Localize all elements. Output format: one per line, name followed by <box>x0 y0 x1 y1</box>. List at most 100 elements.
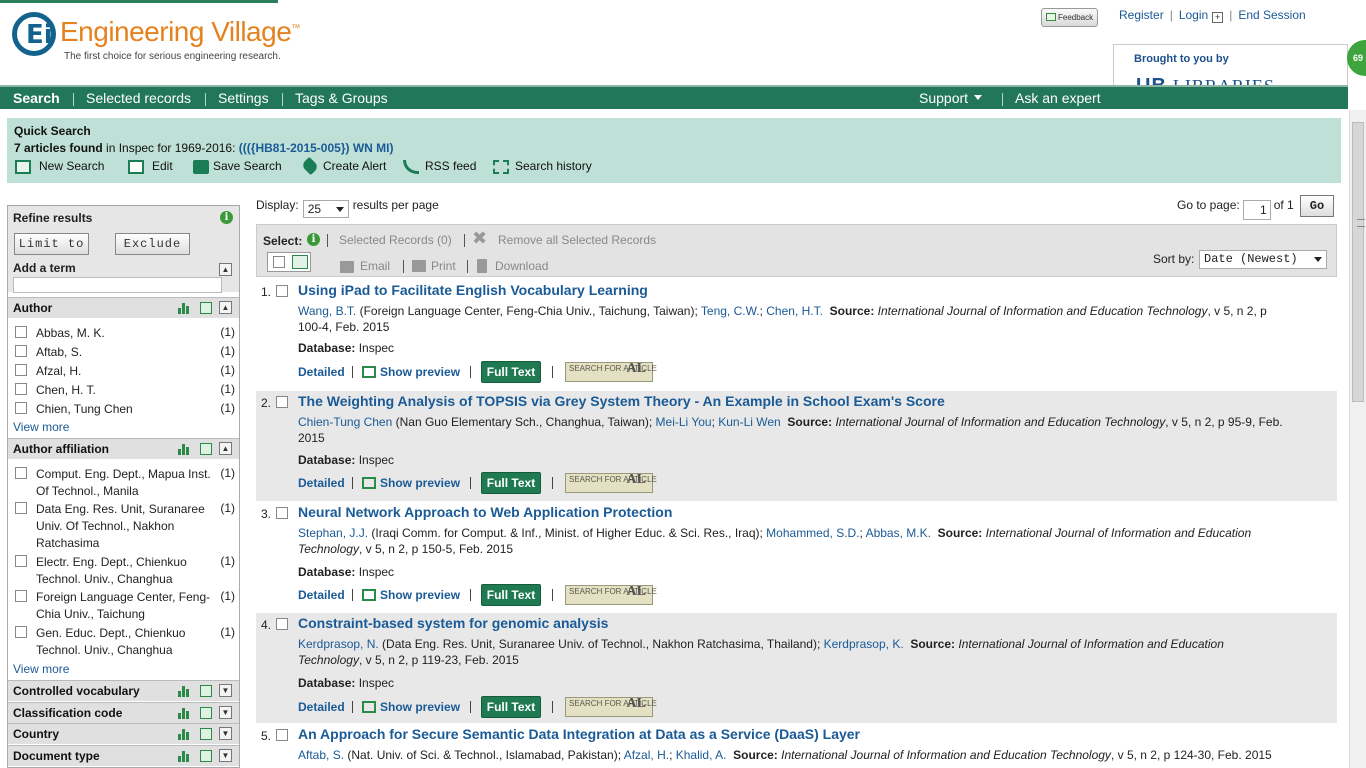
result-title-link[interactable]: Constraint-based system for genomic anal… <box>298 615 608 631</box>
info-icon[interactable]: i <box>307 233 320 246</box>
author-link[interactable]: Teng, C.W. <box>701 304 760 318</box>
result-title-link[interactable]: Using iPad to Facilitate English Vocabul… <box>298 282 648 298</box>
email-link[interactable]: Email <box>360 259 390 273</box>
chart-icon[interactable] <box>178 728 191 740</box>
full-text-button[interactable]: Full Text <box>481 361 541 383</box>
vertical-scrollbar[interactable] <box>1349 110 1366 768</box>
affiliation-facet-header[interactable]: Author affiliation ▲ <box>8 438 239 459</box>
login-link[interactable]: Login <box>1179 8 1208 22</box>
result-title-link[interactable]: Neural Network Approach to Web Applicati… <box>298 504 672 520</box>
detailed-link[interactable]: Detailed <box>298 588 345 602</box>
page-input[interactable]: 1 <box>1242 200 1271 220</box>
export-icon[interactable] <box>200 685 212 697</box>
edit-button[interactable]: Edit <box>128 159 173 174</box>
checkbox[interactable] <box>15 345 27 357</box>
chart-icon[interactable] <box>178 685 191 697</box>
full-text-button[interactable]: Full Text <box>481 696 541 718</box>
nav-search[interactable]: Search <box>13 90 60 106</box>
author-link[interactable]: Aftab, S. <box>298 748 344 762</box>
search-for-article-button[interactable]: SEARCH FOR ARTICLE AL <box>565 362 657 382</box>
nav-settings[interactable]: Settings <box>218 90 269 106</box>
checkbox[interactable] <box>15 402 27 414</box>
select-all-checkbox[interactable] <box>273 256 285 268</box>
author-view-more-link[interactable]: View more <box>13 420 69 434</box>
result-checkbox[interactable] <box>276 507 288 519</box>
author-link[interactable]: Chen, H.T. <box>766 304 823 318</box>
export-icon[interactable] <box>200 750 212 762</box>
export-icon[interactable] <box>200 302 212 314</box>
full-text-button[interactable]: Full Text <box>481 472 541 494</box>
result-checkbox[interactable] <box>276 618 288 630</box>
detailed-link[interactable]: Detailed <box>298 476 345 490</box>
export-icon[interactable] <box>200 707 212 719</box>
download-link[interactable]: Download <box>495 259 548 273</box>
controlled-vocabulary-facet-header[interactable]: Controlled vocabulary ▼ <box>8 680 239 701</box>
expand-down-icon[interactable]: ▼ <box>219 706 232 719</box>
full-text-button[interactable]: Full Text <box>481 584 541 606</box>
chart-icon[interactable] <box>178 707 191 719</box>
search-for-article-button[interactable]: SEARCH FOR ARTICLE AL <box>565 473 657 493</box>
search-query-link[interactable]: ((({HB81-2015-005}) WN MI) <box>239 141 394 155</box>
scrollbar-thumb[interactable] <box>1352 122 1365 402</box>
nav-tags-groups[interactable]: Tags & Groups <box>295 90 388 106</box>
search-for-article-button[interactable]: SEARCH FOR ARTICLE AL <box>565 697 657 717</box>
expand-down-icon[interactable]: ▼ <box>219 684 232 697</box>
info-icon[interactable]: i <box>220 211 233 224</box>
export-icon[interactable] <box>200 443 212 455</box>
remove-all-selected-link[interactable]: Remove all Selected Records <box>498 233 656 247</box>
detailed-link[interactable]: Detailed <box>298 700 345 714</box>
show-preview-link[interactable]: Show preview <box>362 700 460 714</box>
author-link[interactable]: Chien-Tung Chen <box>298 415 392 429</box>
create-alert-button[interactable]: Create Alert <box>300 156 386 176</box>
print-link[interactable]: Print <box>431 259 456 273</box>
nav-selected-records[interactable]: Selected records <box>86 90 191 106</box>
detailed-link[interactable]: Detailed <box>298 365 345 379</box>
collapse-up-icon[interactable]: ▲ <box>219 301 232 314</box>
exclude-button[interactable]: Exclude <box>115 233 190 255</box>
search-for-article-button[interactable]: SEARCH FOR ARTICLE AL <box>565 585 657 605</box>
checkbox[interactable] <box>15 383 27 395</box>
author-link[interactable]: Kerdprasop, N. <box>298 637 379 651</box>
feedback-button[interactable]: Feedback <box>1041 8 1098 27</box>
classification-code-facet-header[interactable]: Classification code ▼ <box>8 702 239 723</box>
checkbox[interactable] <box>15 364 27 376</box>
rss-feed-button[interactable]: RSS feed <box>403 159 476 174</box>
show-preview-link[interactable]: Show preview <box>362 588 460 602</box>
collapse-up-icon[interactable]: ▲ <box>219 442 232 455</box>
result-checkbox[interactable] <box>276 285 288 297</box>
go-button[interactable]: Go <box>1300 195 1334 217</box>
country-facet-header[interactable]: Country ▼ <box>8 723 239 744</box>
checkbox[interactable] <box>15 555 27 567</box>
author-link[interactable]: Kun-Li Wen <box>718 415 780 429</box>
checkbox[interactable] <box>15 626 27 638</box>
result-title-link[interactable]: An Approach for Secure Semantic Data Int… <box>298 726 860 742</box>
author-link[interactable]: Khalid, A. <box>676 748 727 762</box>
author-link[interactable]: Mohammed, S.D. <box>766 526 859 540</box>
save-search-button[interactable]: Save Search <box>193 159 282 174</box>
engineering-village-logo[interactable]: Ei Engineering Village™ The first choice… <box>12 12 332 72</box>
result-title-link[interactable]: The Weighting Analysis of TOPSIS via Gre… <box>298 393 945 409</box>
nav-ask-expert[interactable]: Ask an expert <box>1015 90 1101 106</box>
author-link[interactable]: Kerdprasop, K. <box>824 637 904 651</box>
author-link[interactable]: Mei-Li You <box>656 415 712 429</box>
collapse-up-icon[interactable]: ▲ <box>219 263 232 276</box>
document-type-facet-header[interactable]: Document type ▼ <box>8 745 239 766</box>
author-link[interactable]: Afzal, H. <box>624 748 669 762</box>
export-icon[interactable] <box>200 728 212 740</box>
search-history-button[interactable]: Search history <box>493 159 592 174</box>
register-link[interactable]: Register <box>1119 8 1164 22</box>
selected-records-link[interactable]: Selected Records (0) <box>339 233 452 247</box>
checkbox[interactable] <box>15 326 27 338</box>
expand-down-icon[interactable]: ▼ <box>219 749 232 762</box>
author-link[interactable]: Stephan, J.J. <box>298 526 368 540</box>
limit-to-button[interactable]: Limit to <box>14 233 89 255</box>
checkbox[interactable] <box>15 502 27 514</box>
login-expand-icon[interactable]: + <box>1212 12 1224 23</box>
checkbox[interactable] <box>15 590 27 602</box>
select-all-control[interactable] <box>267 252 311 272</box>
result-checkbox[interactable] <box>276 396 288 408</box>
result-checkbox[interactable] <box>276 729 288 741</box>
affiliation-view-more-link[interactable]: View more <box>13 662 69 676</box>
author-facet-header[interactable]: Author ▲ <box>8 297 239 318</box>
side-tab-badge[interactable]: 69 <box>1347 40 1366 76</box>
